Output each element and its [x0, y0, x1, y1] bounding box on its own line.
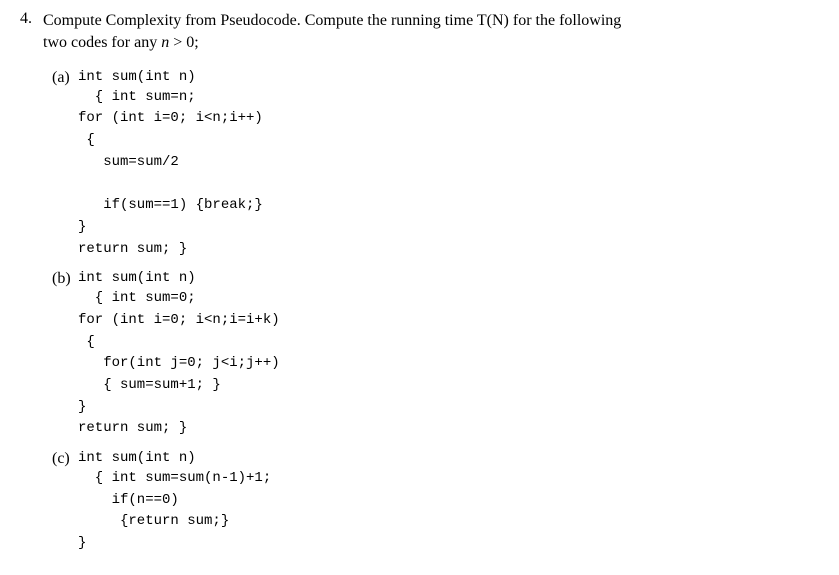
- subpart-b: (b) int sum(int n) { int sum=0; for (int…: [52, 270, 819, 440]
- math-condition: > 0;: [169, 34, 198, 51]
- problem-header: 4. Compute Complexity from Pseudocode. C…: [20, 10, 819, 55]
- subpart-b-signature: int sum(int n): [78, 270, 196, 286]
- problem-title-line2-prefix: two codes for any: [43, 34, 161, 51]
- subpart-c-header: (c) int sum(int n): [52, 450, 819, 468]
- problem-title-line1: Compute Complexity from Pseudocode. Comp…: [43, 12, 621, 29]
- subpart-label-c: (c): [52, 450, 78, 468]
- problem-number: 4.: [20, 10, 40, 28]
- subpart-a: (a) int sum(int n) { int sum=n; for (int…: [52, 69, 819, 261]
- subpart-b-code: { int sum=0; for (int i=0; i<n;i=i+k) { …: [78, 288, 819, 440]
- subpart-label-a: (a): [52, 69, 78, 87]
- subparts-container: (a) int sum(int n) { int sum=n; for (int…: [52, 69, 819, 555]
- subpart-a-code: { int sum=n; for (int i=0; i<n;i++) { su…: [78, 87, 819, 261]
- subpart-b-header: (b) int sum(int n): [52, 270, 819, 288]
- subpart-label-b: (b): [52, 270, 78, 288]
- subpart-c: (c) int sum(int n) { int sum=sum(n-1)+1;…: [52, 450, 819, 555]
- math-variable-n: n: [161, 34, 169, 51]
- problem-text: Compute Complexity from Pseudocode. Comp…: [43, 10, 621, 55]
- subpart-c-code: { int sum=sum(n-1)+1; if(n==0) {return s…: [78, 468, 819, 555]
- subpart-c-signature: int sum(int n): [78, 450, 196, 466]
- subpart-a-header: (a) int sum(int n): [52, 69, 819, 87]
- subpart-a-signature: int sum(int n): [78, 69, 196, 85]
